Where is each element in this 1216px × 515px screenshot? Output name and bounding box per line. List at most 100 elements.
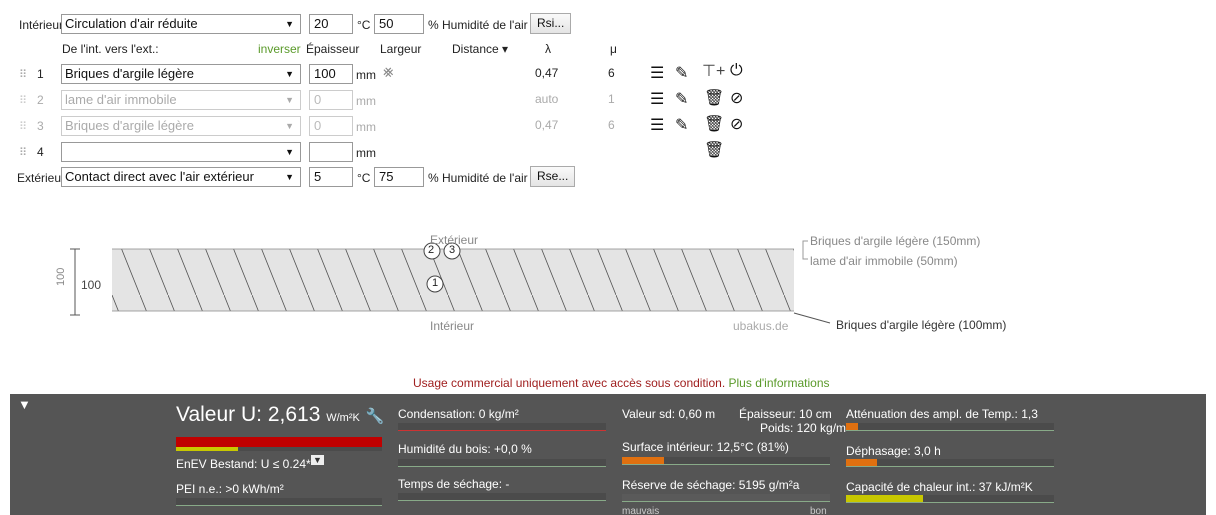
phase-shift-bar-fill (846, 459, 878, 466)
insert-layer-icon[interactable]: ⊤+ (702, 61, 725, 81)
outer-temp-input[interactable]: 5 (309, 167, 353, 187)
trash-icon[interactable]: 🗑 (704, 114, 724, 134)
outer-condition-select[interactable]: Contact direct avec l'air extérieur ▼ (61, 167, 301, 187)
menu-icon[interactable]: ☰ (650, 89, 664, 109)
layer-unit: mm (356, 120, 376, 134)
thickness-header: Épaisseur (306, 42, 360, 56)
notice-text: Usage commercial uniquement avec accès s… (413, 376, 726, 390)
layer-material-select[interactable]: ▼ (61, 142, 301, 162)
sd-value-label: Valeur sd: 0,60 m (622, 407, 716, 421)
drag-handle-icon[interactable]: ⠿ (19, 146, 27, 159)
layer-number: 4 (37, 145, 44, 159)
marker-3: 3 (449, 244, 456, 256)
heat-capacity-label: Capacité de chaleur int.: 37 kJ/m²K (846, 480, 1033, 494)
wrench-icon[interactable]: 🔧 (366, 408, 385, 425)
mu-header: μ (610, 42, 617, 56)
layer-material-select[interactable]: lame d'air immobile ▼ (61, 90, 301, 110)
heat-capacity-bar (846, 495, 1054, 503)
enev-bar (176, 447, 382, 451)
drag-handle-icon[interactable]: ⠿ (19, 94, 27, 107)
layer-lambda: auto (535, 92, 559, 106)
inner-condition-select[interactable]: Circulation d'air réduite ▼ (61, 14, 301, 34)
thickness-result: Épaisseur: 10 cm (739, 407, 832, 421)
legend-layer-3: Briques d'argile légère (150mm) (810, 234, 981, 248)
collapse-triangle-icon[interactable]: ▼ (18, 397, 31, 412)
disable-icon[interactable]: ⊘ (730, 88, 743, 108)
layer-mu: 6 (608, 66, 615, 80)
marker-1: 1 (432, 277, 439, 289)
trash-icon[interactable]: 🗑 (704, 140, 724, 160)
marker-2: 2 (428, 244, 435, 256)
commercial-notice: Usage commercial uniquement avec accès s… (413, 376, 830, 390)
drag-handle-icon[interactable]: ⠿ (19, 68, 27, 81)
layer-lambda: 0,47 (535, 118, 559, 132)
attenuation-label: Atténuation des ampl. de Temp.: 1,3 (846, 407, 1038, 421)
inner-humidity-input[interactable]: 50 (374, 14, 424, 34)
drying-reserve-label: Réserve de séchage: 5195 g/m²a (622, 478, 800, 492)
layer-number: 3 (37, 119, 44, 133)
direction-label: De l'int. vers l'ext.: (62, 42, 159, 56)
outer-temp-unit: °C (357, 171, 371, 185)
layer-unit: mm (356, 146, 376, 160)
pei-label: PEI n.e.: >0 kWh/m² (176, 482, 284, 496)
layer-thickness-input[interactable]: 0 (309, 116, 353, 136)
distance-header[interactable]: Distance ▾ (452, 42, 508, 56)
menu-icon[interactable]: ☰ (650, 115, 664, 135)
wood-humidity-label: Humidité du bois: +0,0 % (398, 442, 532, 456)
results-panel: ▼ Valeur U: 2,613 W/m²K 🔧 EnEV Bestand: … (10, 394, 1206, 515)
layer-thickness-input[interactable]: 0 (309, 90, 353, 110)
scale-good-label: bon (810, 506, 827, 515)
layer-unit: mm (356, 94, 376, 108)
pencil-icon[interactable]: ✎ (675, 89, 688, 109)
pencil-icon[interactable]: ✎ (675, 115, 688, 135)
inner-temp-input[interactable]: 20 (309, 14, 353, 34)
wood-humidity-bar (398, 459, 606, 467)
layer-thickness-input[interactable]: 100 (309, 64, 353, 84)
power-icon[interactable]: ⏻ (730, 62, 743, 80)
outer-label: Extérieur (17, 171, 66, 185)
drag-handle-icon[interactable]: ⠿ (19, 120, 27, 133)
sound-wave-icon[interactable]: ⨳ (383, 62, 394, 82)
invert-link[interactable]: inverser (258, 42, 301, 56)
chevron-down-icon: ▼ (285, 121, 294, 131)
condensation-label: Condensation: 0 kg/m² (398, 407, 519, 421)
drying-time-label: Temps de séchage: - (398, 477, 510, 491)
chevron-down-icon: ▼ (285, 95, 294, 105)
u-value-bar (176, 437, 382, 447)
dimension-rotated: 100 (55, 267, 67, 286)
layer-material-select[interactable]: Briques d'argile légère ▼ (61, 116, 301, 136)
outer-humidity-input[interactable]: 75 (374, 167, 424, 187)
pencil-icon[interactable]: ✎ (675, 63, 688, 83)
surface-inner-bar-fill (622, 457, 664, 464)
menu-icon[interactable]: ☰ (650, 63, 664, 83)
u-value-bar-fill (176, 437, 382, 447)
layer-mu: 6 (608, 118, 615, 132)
rse-button[interactable]: Rse... (530, 166, 576, 187)
inner-temp-unit: °C (357, 18, 371, 32)
enev-label: EnEV Bestand: U ≤ 0.24* (176, 457, 311, 471)
width-header: Largeur (380, 42, 422, 56)
u-value-label: Valeur U: (176, 403, 262, 426)
more-info-link[interactable]: Plus d'informations (729, 376, 830, 390)
phase-shift-bar (846, 459, 1054, 467)
disable-icon[interactable]: ⊘ (730, 114, 743, 134)
layer-material-select[interactable]: Briques d'argile légère ▼ (61, 64, 301, 84)
inner-humidity-label: % Humidité de l'air (428, 18, 528, 32)
rsi-button[interactable]: Rsi... (530, 13, 572, 34)
layer-thickness-input[interactable] (309, 142, 353, 162)
trash-icon[interactable]: 🗑 (704, 88, 724, 108)
scale-bad-label: mauvais (622, 506, 660, 515)
attenuation-bar-fill (846, 423, 859, 430)
lambda-header: λ (545, 42, 551, 56)
legend-layer-2: lame d'air immobile (50mm) (810, 254, 958, 268)
chevron-down-icon: ▼ (285, 147, 294, 157)
u-value-unit: W/m²K (326, 412, 360, 424)
layer-mu: 1 (608, 92, 615, 106)
u-value-display: Valeur U: 2,613 W/m²K 🔧 (176, 403, 384, 427)
enev-dropdown-icon[interactable]: ▼ (311, 455, 324, 465)
enev-bar-fill (176, 447, 238, 451)
diagram-bottom-label: Intérieur (430, 319, 475, 333)
layer-number: 1 (37, 67, 44, 81)
chevron-down-icon: ▼ (285, 69, 294, 79)
dimension-value: 100 (81, 278, 102, 292)
